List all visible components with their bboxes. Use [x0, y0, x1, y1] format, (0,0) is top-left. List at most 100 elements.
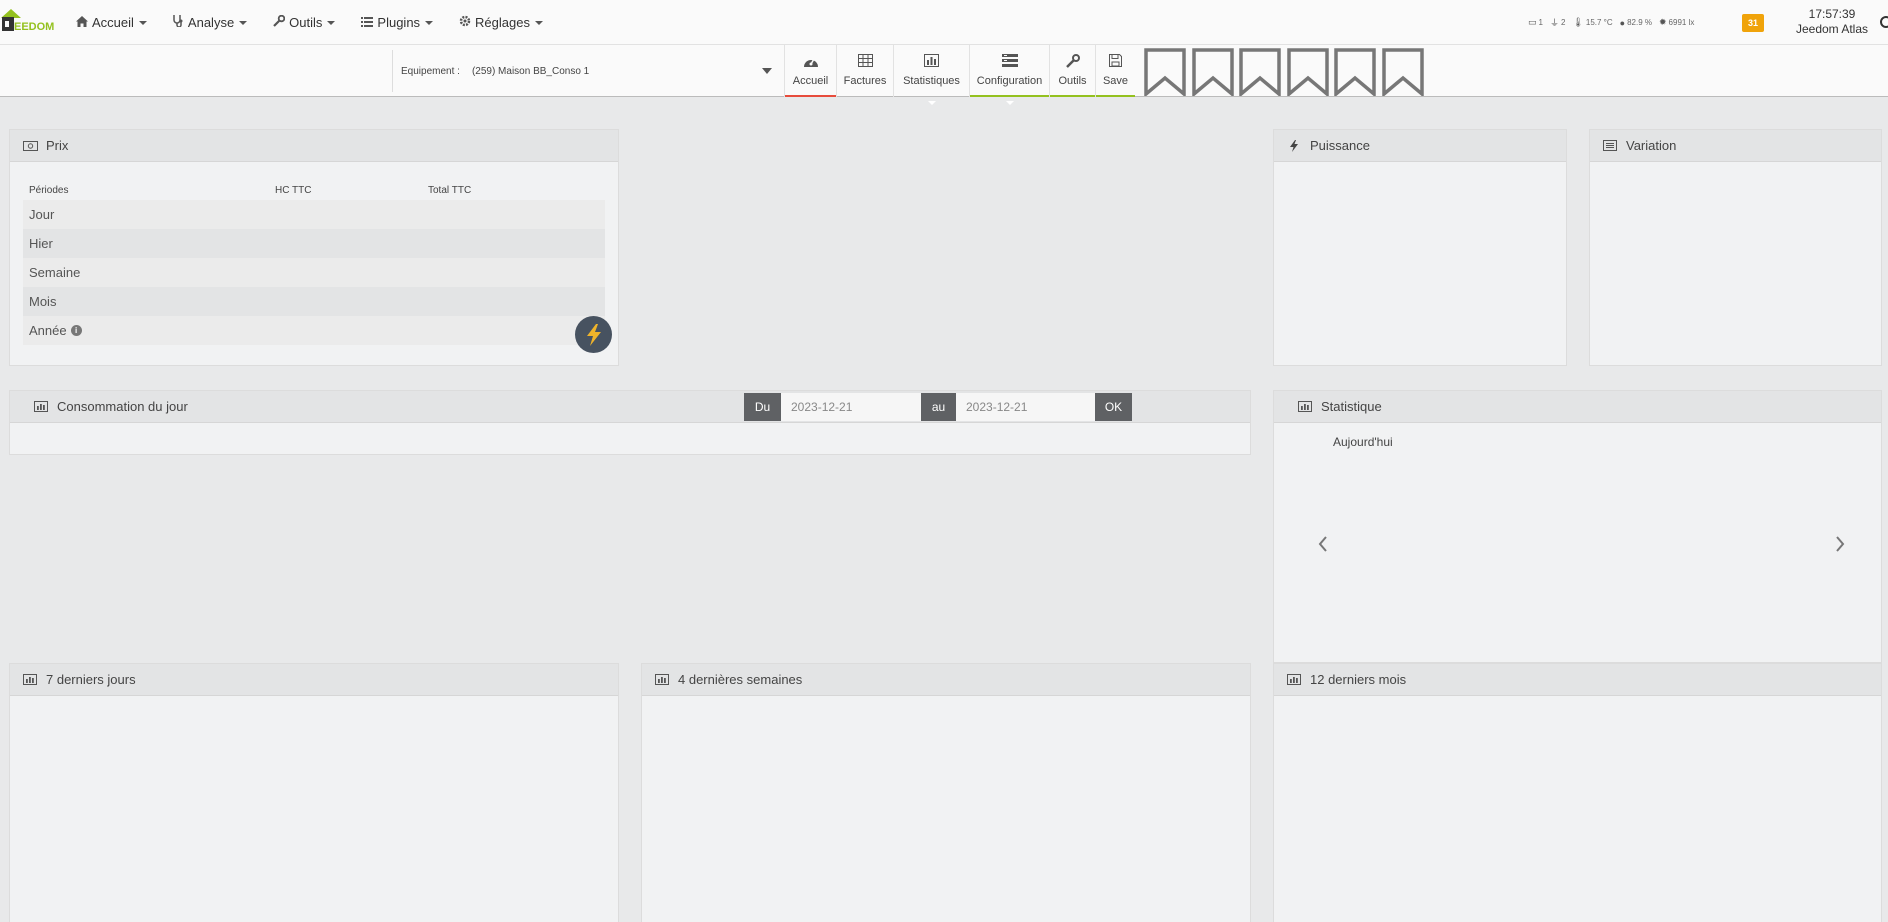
list-alt-icon: [1602, 140, 1618, 151]
variation-panel-header: Variation: [1590, 130, 1881, 162]
bar-chart-icon: [1286, 674, 1302, 685]
column-header: HC TTC: [275, 184, 312, 196]
table-row: Semaine: [23, 258, 605, 287]
prix-table: Périodes HC TTC Total TTC Jour Hier Sema…: [23, 180, 605, 345]
variation-panel: Variation: [1589, 129, 1882, 366]
column-header: Périodes: [29, 184, 69, 196]
carousel-slide-title: Aujourd'hui: [1333, 435, 1393, 449]
tab-configuration[interactable]: Configuration: [969, 45, 1049, 105]
jeedom-logo[interactable]: EEDOM: [0, 6, 60, 38]
period-label: Année: [29, 323, 67, 338]
date-range-picker: Du 2023-12-21 au 2023-12-21 OK: [744, 393, 1132, 421]
menu-plugins[interactable]: Plugins: [361, 15, 434, 30]
bookmark-icon[interactable]: [1381, 48, 1424, 96]
plugin-tabs: Accueil Factures Statistiques Configurat…: [784, 45, 1135, 105]
tab-underline: [1050, 95, 1095, 97]
period-label: Mois: [29, 294, 57, 309]
help-icon[interactable]: [1880, 16, 1888, 28]
puissance-panel: Puissance: [1273, 129, 1567, 366]
tab-configuration-label: Configuration: [976, 75, 1043, 87]
window-icon: ▭: [1528, 17, 1537, 27]
sept-jours-panel-title: 7 derniers jours: [46, 672, 136, 687]
quatre-semaines-panel: 4 dernières semaines: [641, 663, 1251, 922]
equipment-select[interactable]: Equipement : (259) Maison BB_Conso 1: [392, 50, 784, 92]
menu-accueil[interactable]: Accueil: [76, 15, 147, 30]
wrench-icon: [1065, 54, 1080, 70]
wrench-icon: [273, 14, 286, 30]
date-to-input[interactable]: 2023-12-21: [956, 393, 1095, 421]
bar-chart-icon: [654, 674, 670, 685]
quatre-semaines-panel-title: 4 dernières semaines: [678, 672, 803, 687]
chevron-down-icon: [327, 20, 336, 25]
clock-time: 17:57:39: [1808, 7, 1856, 21]
stethoscope-icon: [173, 15, 184, 30]
date-to-label: au: [921, 393, 956, 421]
gear-icon: [459, 15, 471, 30]
date-from-label: Du: [744, 393, 781, 421]
tab-save[interactable]: Save: [1095, 45, 1135, 97]
puissance-panel-title: Puissance: [1310, 138, 1370, 153]
status-plug[interactable]: ⏚ 2: [1550, 16, 1565, 29]
status-window[interactable]: ▭ 1: [1528, 17, 1543, 28]
variation-panel-title: Variation: [1626, 138, 1677, 153]
tab-pointer: [1005, 101, 1014, 105]
chevron-left-icon[interactable]: [1318, 535, 1328, 558]
tab-statistiques[interactable]: Statistiques: [893, 45, 969, 105]
tab-factures[interactable]: Factures: [836, 45, 893, 97]
menu-analyse[interactable]: Analyse: [173, 15, 248, 30]
menu-analyse-label: Analyse: [187, 15, 235, 30]
prix-panel-title: Prix: [46, 138, 69, 153]
tab-underline: [785, 95, 836, 97]
chevron-right-icon[interactable]: [1835, 535, 1845, 558]
thermometer-icon: 🌡︎: [1572, 17, 1584, 27]
home-icon: [76, 15, 88, 30]
message-count-badge[interactable]: 31: [1742, 14, 1764, 32]
status-luminosity[interactable]: ✹ 6991 lx: [1659, 17, 1694, 28]
sun-icon: ✹: [1659, 17, 1667, 27]
plugin-toolbar: Equipement : (259) Maison BB_Conso 1 Acc…: [0, 45, 1888, 105]
bar-chart-icon: [924, 54, 939, 70]
table-row: Hier: [23, 229, 605, 258]
bookmark-icon[interactable]: [1191, 48, 1234, 96]
menu-plugins-label: Plugins: [377, 15, 421, 30]
sept-jours-panel-header: 7 derniers jours: [10, 664, 618, 696]
period-label: Semaine: [29, 265, 81, 280]
bookmark-icon[interactable]: [1334, 48, 1376, 96]
chevron-down-icon: [138, 20, 147, 25]
tab-accueil[interactable]: Accueil: [784, 45, 836, 97]
bar-chart-icon: [22, 674, 38, 685]
menu-reglages[interactable]: Réglages: [459, 15, 543, 30]
tab-outils[interactable]: Outils: [1049, 45, 1095, 97]
bookmark-icon[interactable]: [1239, 48, 1281, 96]
plug-icon: ⏚: [1549, 18, 1559, 28]
floppy-icon: [1109, 54, 1122, 70]
tab-underline: [970, 95, 1049, 97]
bookmark-icon[interactable]: [1286, 48, 1329, 96]
chevron-down-icon: [425, 20, 434, 25]
menu-accueil-label: Accueil: [92, 15, 134, 30]
menu-outils[interactable]: Outils: [273, 14, 336, 30]
date-from-input[interactable]: 2023-12-21: [781, 393, 921, 421]
tab-underline: [1096, 95, 1135, 97]
statistique-panel-title: Statistique: [1321, 399, 1382, 414]
info-icon[interactable]: i: [70, 325, 82, 336]
bookmark-icon[interactable]: [1144, 48, 1186, 96]
quatre-semaines-panel-header: 4 dernières semaines: [642, 664, 1250, 696]
energy-bolt-button[interactable]: [575, 316, 612, 353]
puissance-panel-header: Puissance: [1274, 130, 1566, 162]
list-config-icon: [1001, 54, 1018, 70]
table-row: Année i: [23, 316, 605, 345]
status-humidity[interactable]: ● 82.9 %: [1620, 18, 1652, 28]
logo-text: EEDOM: [14, 21, 55, 33]
chevron-down-icon: [762, 68, 772, 74]
bookmark-shortcuts: [1144, 48, 1429, 96]
money-icon: [22, 140, 38, 151]
droplet-icon: ●: [1619, 17, 1626, 28]
prix-panel-header: Prix: [10, 130, 618, 162]
tab-pointer: [927, 101, 936, 105]
tab-outils-label: Outils: [1058, 75, 1087, 87]
date-ok-button[interactable]: OK: [1095, 393, 1132, 421]
clock: 17:57:39 Jeedom Atlas: [1782, 7, 1882, 37]
status-temperature[interactable]: 🌡︎ 15.7 °C: [1572, 17, 1612, 28]
statistique-panel: Statistique Aujourd'hui: [1273, 390, 1882, 663]
